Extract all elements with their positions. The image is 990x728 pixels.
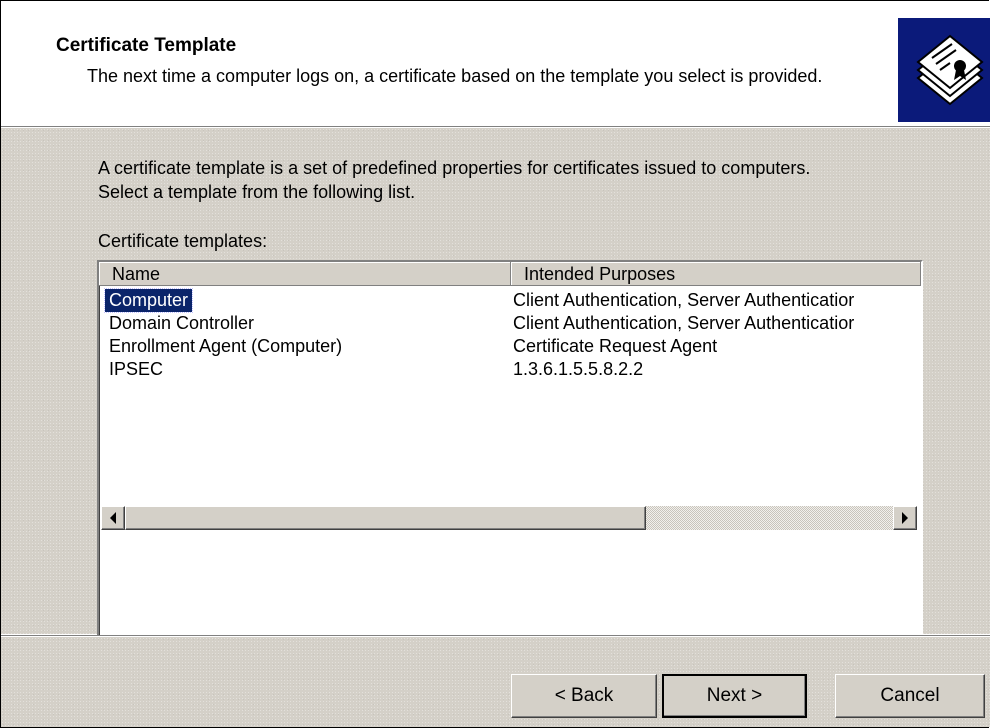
template-name-cell: Computer xyxy=(103,288,194,313)
wizard-header: Certificate Template The next time a com… xyxy=(1,1,990,126)
horizontal-scrollbar[interactable] xyxy=(101,506,917,530)
table-row[interactable]: Enrollment Agent (Computer) Certificate R… xyxy=(99,335,919,358)
list-header: Name Intended Purposes xyxy=(99,262,921,288)
cancel-button[interactable]: Cancel xyxy=(835,674,985,718)
intended-purposes-cell: Certificate Request Agent xyxy=(513,336,718,356)
intro-text: A certificate template is a set of prede… xyxy=(98,158,811,202)
list-rows: Computer Client Authentication, Server Au… xyxy=(99,288,919,381)
scroll-left-button[interactable] xyxy=(101,506,125,530)
table-row[interactable]: IPSEC 1.3.6.1.5.5.8.2.2 xyxy=(99,358,919,381)
arrow-left-icon xyxy=(110,512,116,524)
scroll-right-button[interactable] xyxy=(893,506,917,530)
intended-purposes-cell: Client Authentication, Server Authentica… xyxy=(513,290,855,310)
page-title: Certificate Template xyxy=(56,35,237,56)
column-header-name[interactable]: Name xyxy=(99,262,511,286)
back-button[interactable]: < Back xyxy=(511,674,657,718)
table-row[interactable]: Computer Client Authentication, Server Au… xyxy=(99,288,919,313)
templates-list-label: Certificate templates: xyxy=(98,231,268,251)
intended-purposes-cell: 1.3.6.1.5.5.8.2.2 xyxy=(513,359,644,379)
arrow-right-icon xyxy=(902,512,908,524)
intended-purposes-cell: Client Authentication, Server Authentica… xyxy=(513,313,855,333)
wizard-footer: < Back Next > Cancel xyxy=(1,637,990,727)
certificate-templates-list[interactable]: Name Intended Purposes Computer Client Au… xyxy=(97,260,923,680)
template-name-cell: IPSEC xyxy=(109,359,164,379)
template-name-cell: Enrollment Agent (Computer) xyxy=(109,336,343,356)
column-header-intended-purposes[interactable]: Intended Purposes xyxy=(511,262,921,286)
next-button[interactable]: Next > xyxy=(662,674,807,718)
page-subtitle: The next time a computer logs on, a cert… xyxy=(87,66,823,86)
template-name-cell: Domain Controller xyxy=(109,313,255,333)
wizard-body: A certificate template is a set of prede… xyxy=(1,128,990,680)
certificate-stack-icon xyxy=(898,18,990,122)
scrollbar-thumb[interactable] xyxy=(125,506,646,530)
table-row[interactable]: Domain Controller Client Authentication, … xyxy=(99,312,919,335)
